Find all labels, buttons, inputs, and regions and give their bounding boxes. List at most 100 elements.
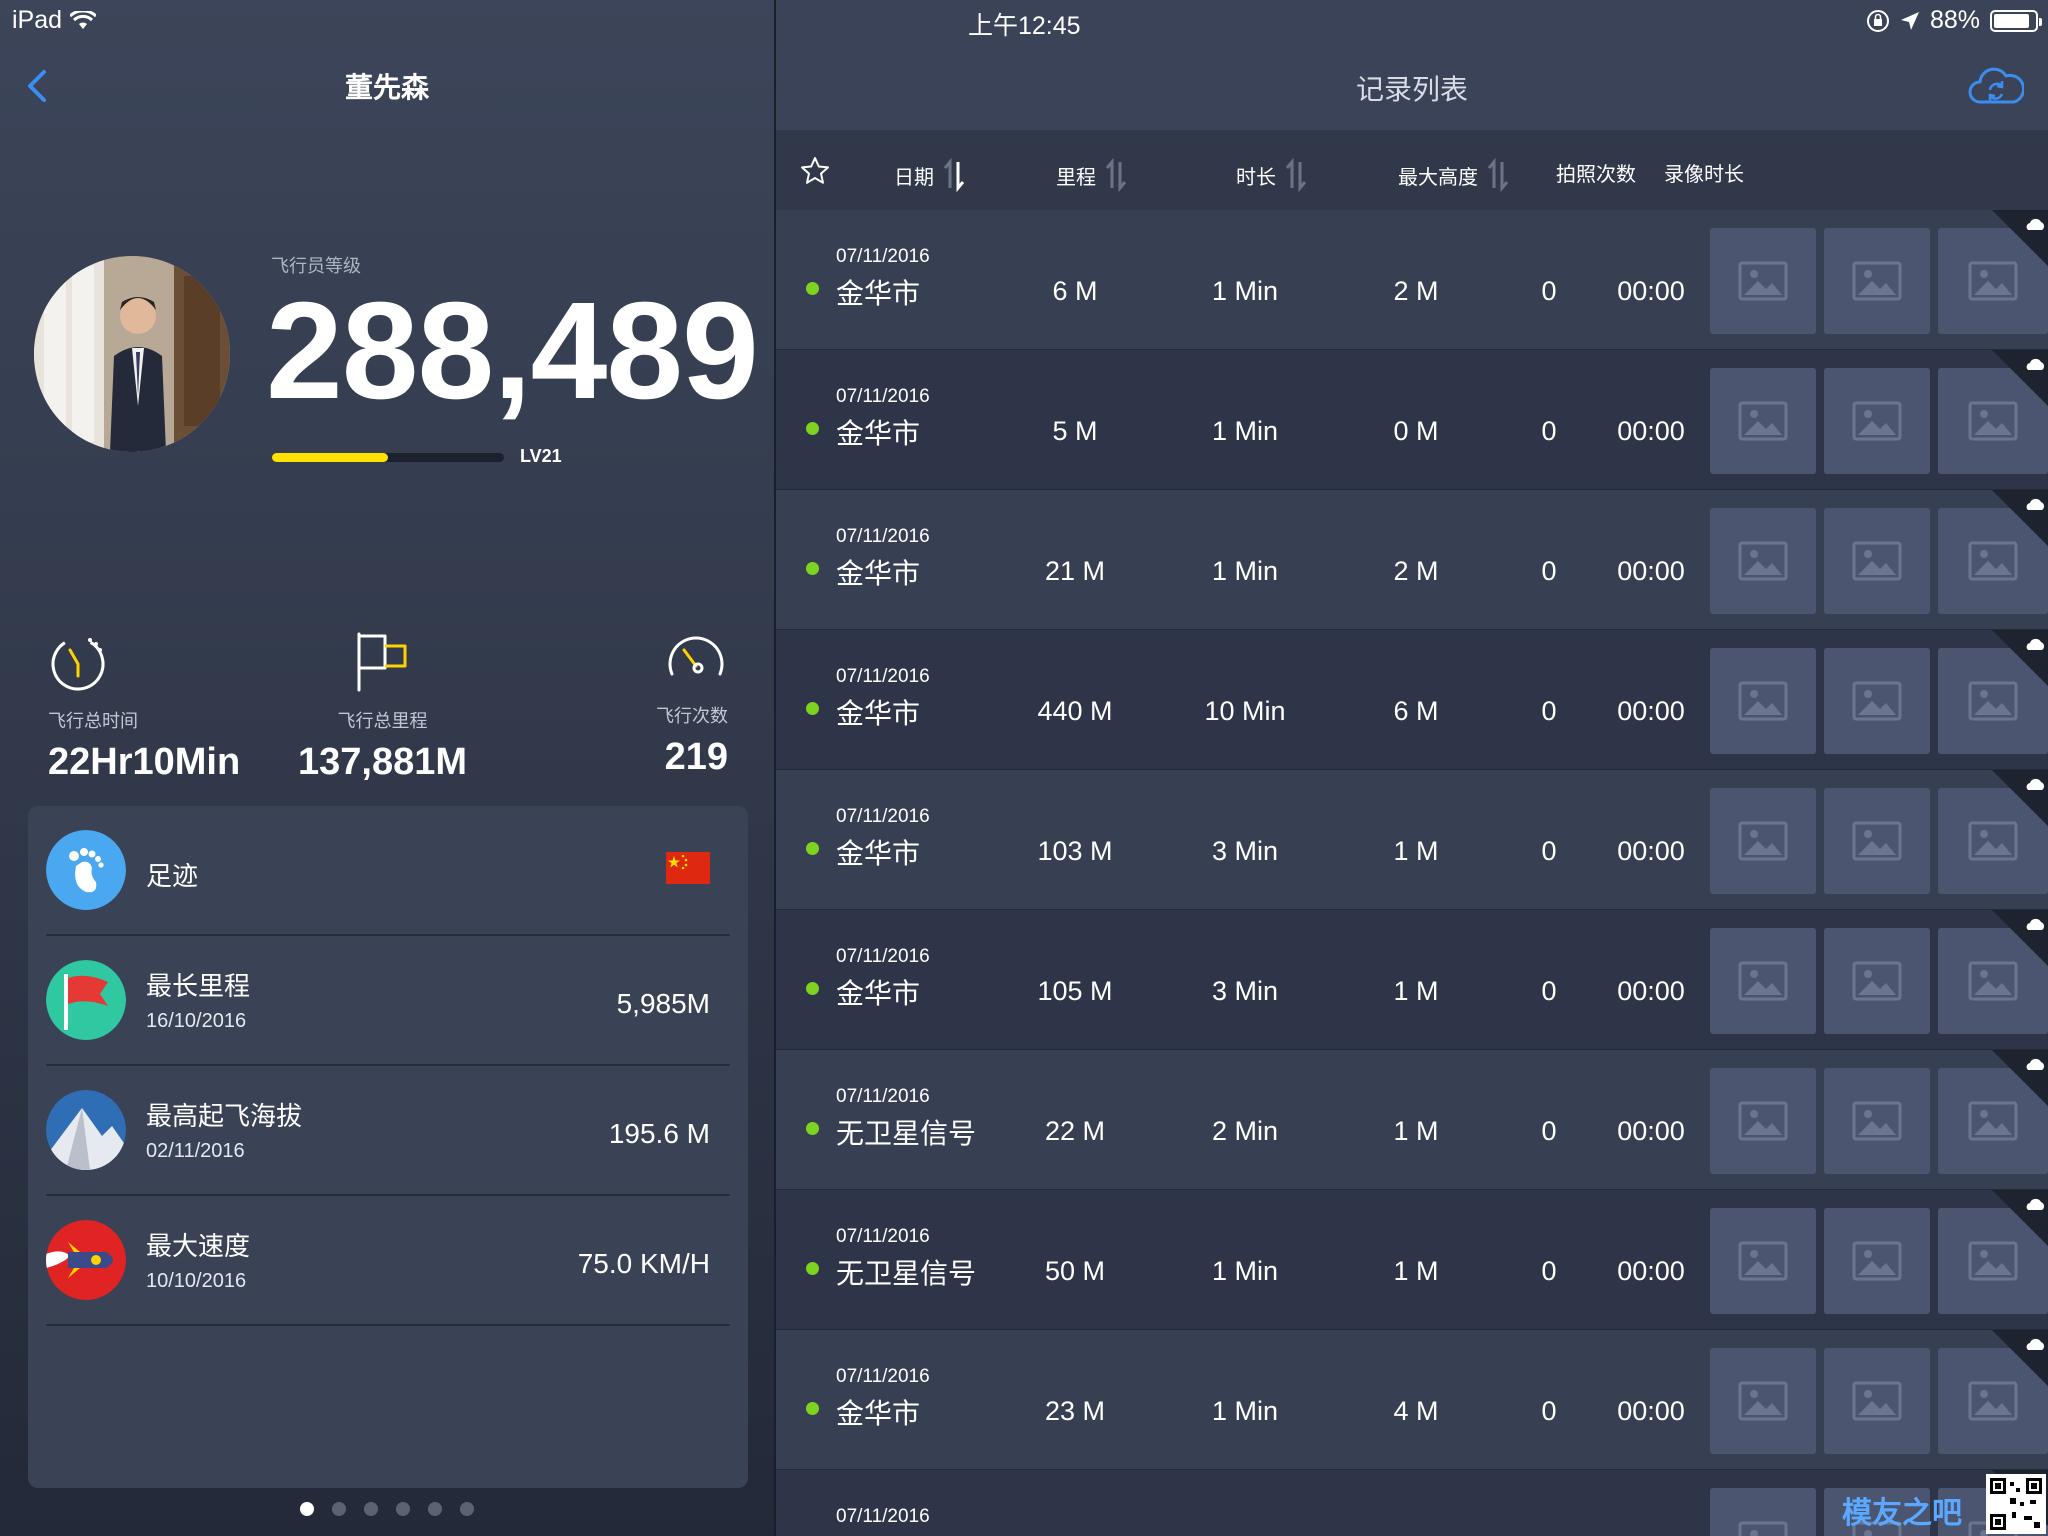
record-title: 足迹 [146,861,199,891]
thumbnail[interactable] [1824,1208,1930,1314]
flight-location: 金华市 [836,278,921,309]
sort-icon [1285,158,1307,192]
image-placeholder-icon [1852,681,1902,721]
level-badge: LV21 [520,446,562,466]
device-label: iPad [12,6,63,34]
record-date: 02/11/2016 [146,1140,245,1162]
flight-location: 金华市 [836,558,921,589]
image-placeholder-icon [1738,681,1788,721]
cloud-corner-icon [1992,350,2048,406]
flight-video-duration: 00:00 [1617,1256,1685,1286]
page-indicator[interactable] [0,1502,774,1516]
page-dot[interactable] [364,1502,378,1516]
speedometer-icon [668,636,724,676]
flight-max-altitude: 1 M [1393,1116,1439,1146]
image-placeholder-icon [1968,961,2018,1001]
thumbnail[interactable] [1710,228,1816,334]
flight-distance: 105 M [1037,976,1113,1006]
thumbnail[interactable] [1710,508,1816,614]
flight-duration: 1 Min [1211,556,1279,586]
page-dot[interactable] [396,1502,410,1516]
flight-row[interactable]: 07/11/2016 金华市 103 M3 Min 1 M 0 00:00 [776,770,2048,910]
flight-video-duration: 00:00 [1617,976,1685,1006]
flight-duration: 2 Min [1211,1116,1279,1146]
image-placeholder-icon [1968,681,2018,721]
status-dot [806,1262,819,1275]
flight-row[interactable]: 07/11/2016 金华市 6 M1 Min 2 M 0 00:00 [776,210,2048,350]
battery-icon [1990,9,2042,32]
image-placeholder-icon [1968,541,2018,581]
image-placeholder-icon [1852,401,1902,441]
flight-date: 07/11/2016 [836,806,930,827]
thumbnail[interactable] [1824,788,1930,894]
flight-location: 无卫星信号 [836,1118,977,1149]
level-progress-bar [272,453,504,462]
thumbnail[interactable] [1710,648,1816,754]
flight-date: 07/11/2016 [836,946,930,967]
stat-label: 飞行次数 [656,706,728,726]
flight-row[interactable]: 07/11/2016 金华市 105 M3 Min 1 M 0 00:00 [776,910,2048,1050]
thumbnail[interactable] [1710,788,1816,894]
orientation-lock-icon [1866,9,1889,32]
image-placeholder-icon [1852,261,1902,301]
thumbnail[interactable] [1710,1348,1816,1454]
stat-value: 219 [664,736,728,778]
thumbnail[interactable] [1824,368,1930,474]
flight-duration: 3 Min [1211,836,1279,866]
flight-duration: 1 Min [1211,1256,1279,1286]
flight-row[interactable]: 07/11/2016 无卫星信号 22 M2 Min 1 M 0 00:00 [776,1050,2048,1190]
column-duration[interactable]: 时长 [1236,158,1308,192]
page-dot[interactable] [460,1502,474,1516]
status-dot [806,1122,819,1135]
flight-duration: 1 Min [1211,276,1279,306]
flight-row[interactable]: 07/11/2016 金华市 23 M1 Min 4 M 0 00:00 [776,1330,2048,1470]
avatar[interactable] [34,256,230,452]
flight-location: 金华市 [836,1398,921,1429]
thumbnail[interactable] [1710,1068,1816,1174]
flight-duration: 3 Min [1211,976,1279,1006]
thumbnail[interactable] [1710,1208,1816,1314]
column-date-label: 日期 [894,166,934,189]
cloud-sync-icon[interactable] [1968,64,2024,106]
flight-location: 金华市 [836,418,921,449]
record-highest-altitude[interactable]: 最高起飞海拔 02/11/2016 195.6 M [46,1066,730,1196]
thumbnail[interactable] [1824,1068,1930,1174]
flight-row[interactable]: 07/11/2016 金华市 5 M1 Min 0 M 0 00:00 [776,350,2048,490]
page-dot[interactable] [300,1502,314,1516]
flight-row[interactable]: 07/11/2016 金华市 440 M 10 Min 6 M 0 00:00 [776,630,2048,770]
records-card: 足迹 最长里程 16/10/2016 5,985M 最高起飞海拔 02/11/2… [28,806,748,1488]
flight-max-altitude: 4 M [1393,1396,1439,1426]
record-value: 75.0 KM/H [577,1248,710,1279]
star-icon[interactable] [800,156,830,186]
image-placeholder-icon [1738,1381,1788,1421]
cloud-corner-icon [1992,210,2048,266]
footprint-icon [46,830,126,910]
page-dot[interactable] [428,1502,442,1516]
column-date[interactable]: 日期 [894,158,966,192]
thumbnail[interactable] [1824,1348,1930,1454]
sort-icon [943,158,965,192]
status-dot [806,1402,819,1415]
column-video-label: 录像时长 [1664,164,1744,186]
thumbnail[interactable] [1824,928,1930,1034]
thumbnail[interactable] [1824,228,1930,334]
flight-distance: 23 M [1044,1396,1106,1426]
record-longest-distance[interactable]: 最长里程 16/10/2016 5,985M [46,936,730,1066]
record-max-speed[interactable]: 最大速度 10/10/2016 75.0 KM/H [46,1196,730,1326]
thumbnail[interactable] [1824,508,1930,614]
image-placeholder-icon [1968,1241,2018,1281]
stopwatch-icon [51,637,105,691]
flight-row[interactable]: 07/11/2016 金华市 21 M1 Min 2 M 0 00:00 [776,490,2048,630]
thumbnail[interactable] [1710,928,1816,1034]
page-dot[interactable] [332,1502,346,1516]
thumbnail[interactable] [1824,648,1930,754]
column-distance-label: 里程 [1056,166,1096,189]
thumbnail[interactable] [1710,368,1816,474]
flight-max-altitude: 2 M [1393,556,1439,586]
thumbnail[interactable] [1710,1488,1816,1536]
image-placeholder-icon [1738,541,1788,581]
record-footprint[interactable]: 足迹 [46,806,730,936]
flight-row[interactable]: 07/11/2016 无卫星信号 50 M1 Min 1 M 0 00:00 [776,1190,2048,1330]
column-distance[interactable]: 里程 [1056,158,1128,192]
column-max-altitude[interactable]: 最大高度 [1398,158,1510,192]
